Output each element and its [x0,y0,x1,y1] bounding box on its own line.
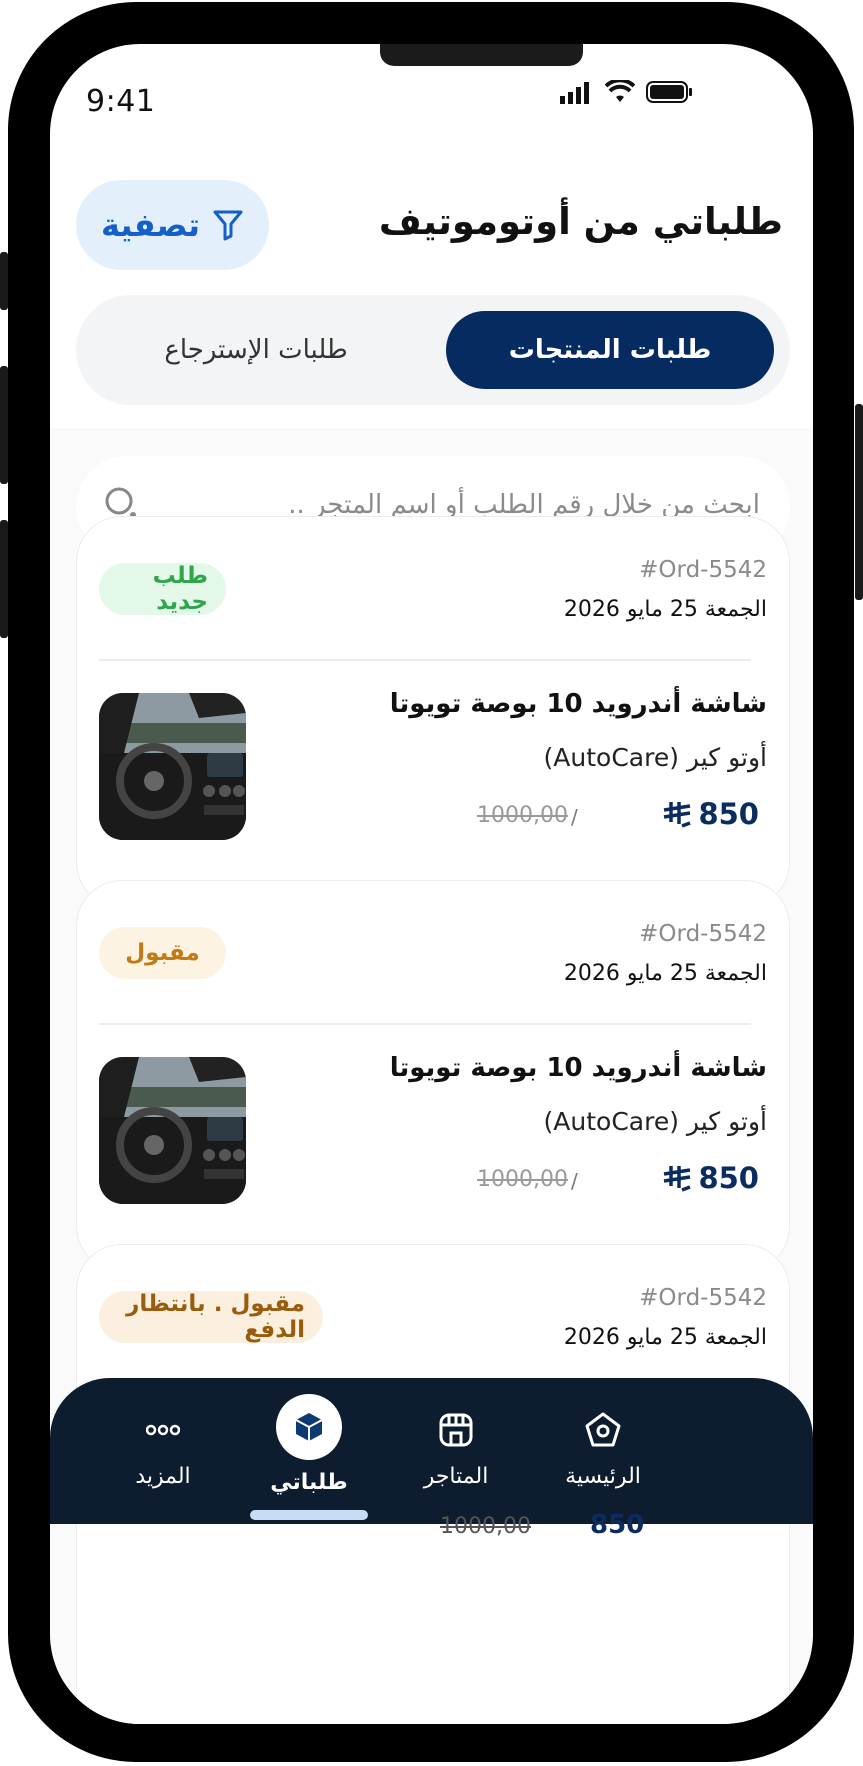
divider [99,659,751,661]
price: 850 [662,1161,759,1195]
order-number: #Ord-5542 [639,557,767,583]
car-interior-image [99,693,246,840]
car-interior-image [99,1057,246,1204]
price-value: 850 [698,1161,759,1195]
screen: 9:41 طلباتي من أوتوموتيف تصفية طلبات الإ… [50,44,813,1724]
nav-item-stores[interactable]: المتاجر [391,1464,521,1489]
search-icon [105,487,136,518]
orders-type-tabs: طلبات الإسترجاع طلبات المنتجات [76,295,790,405]
product-image [99,693,246,840]
order-date: الجمعة 25 مايو 2026 [563,961,767,986]
page-title: طلباتي من أوتوموتيف [378,200,783,243]
power-button [855,404,863,600]
peek-old-price: 1000,00 [440,1514,531,1539]
old-price: 1000,00 [477,803,568,828]
funnel-icon [213,210,243,241]
notch [380,44,583,66]
status-time: 9:41 [86,84,156,119]
volume-down-button [0,520,8,638]
product-name: شاشة أندرويد 10 بوصة تويوتا [389,689,767,719]
product-image [99,1057,246,1204]
status-badge: طلب جديد [99,563,226,615]
home-icon[interactable] [583,1410,623,1450]
wifi-icon [605,80,635,102]
store-name: أوتو كير (AutoCare) [543,1107,767,1136]
product-name: شاشة أندرويد 10 بوصة تويوتا [389,1053,767,1083]
order-date: الجمعة 25 مايو 2026 [563,1325,767,1350]
home-indicator [250,1510,368,1520]
order-card[interactable]: #Ord-5542 الجمعة 25 مايو 2026 مقبول شاشة… [76,880,790,1272]
status-badge: مقبول [99,927,226,979]
filter-button[interactable]: تصفية [76,180,269,270]
divider [99,1023,751,1025]
order-date: الجمعة 25 مايو 2026 [563,597,767,622]
mute-switch [0,252,8,310]
store-name: أوتو كير (AutoCare) [543,743,767,772]
nav-item-my-orders[interactable]: طلباتي [244,1470,374,1495]
riyal-currency-icon [664,802,692,828]
box-icon[interactable] [293,1411,325,1443]
volume-up-button [0,366,8,484]
filter-label: تصفية [100,206,201,244]
nav-item-more[interactable]: المزيد [98,1464,228,1489]
cellular-signal-icon [560,82,589,104]
status-badge: مقبول . بانتظار الدفع [99,1291,323,1343]
price: 850 [662,797,759,831]
battery-icon [646,81,692,103]
order-number: #Ord-5542 [639,1285,767,1311]
store-icon[interactable] [436,1410,476,1450]
price-value: 850 [698,797,759,831]
tab-product-orders[interactable]: طلبات المنتجات [446,311,774,389]
old-price: 1000,00 [477,1167,568,1192]
peek-price: 850 [590,1510,645,1540]
price-separator: / [571,805,578,829]
riyal-currency-icon [664,1166,692,1192]
price-separator: / [571,1169,578,1193]
tab-return-orders[interactable]: طلبات الإسترجاع [92,311,420,389]
bottom-navigation [50,1378,813,1524]
order-number: #Ord-5542 [639,921,767,947]
more-dots-icon[interactable] [146,1424,180,1436]
order-card[interactable]: #Ord-5542 الجمعة 25 مايو 2026 طلب جديد ش… [76,516,790,908]
nav-item-home[interactable]: الرئيسية [538,1464,668,1489]
